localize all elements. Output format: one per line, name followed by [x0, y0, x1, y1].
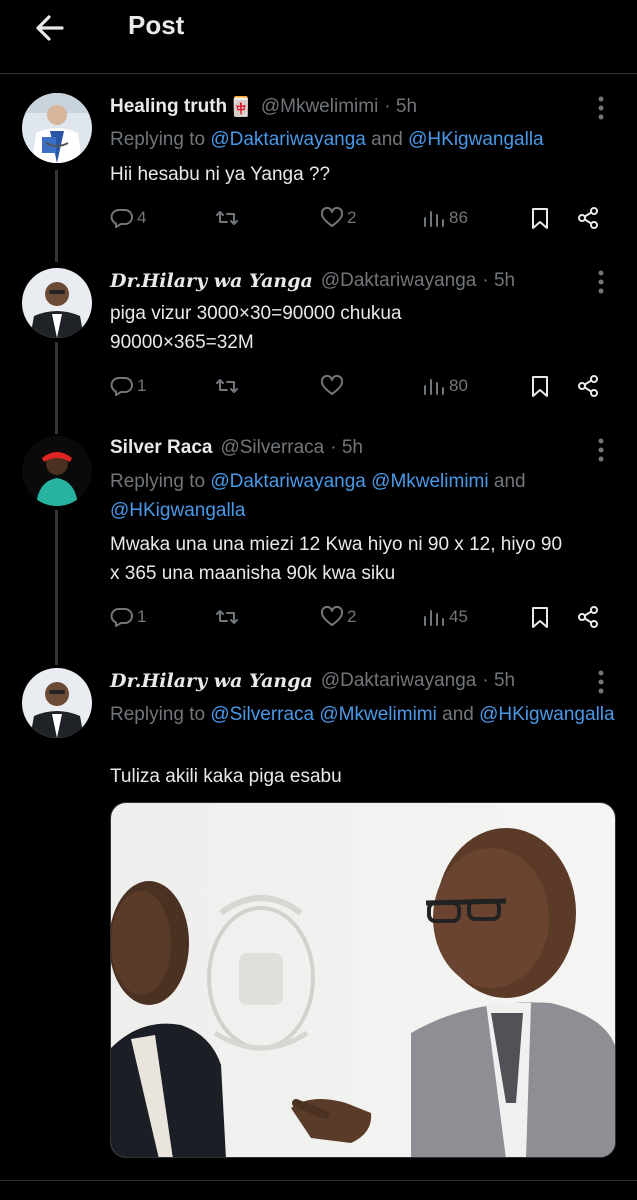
bar-chart-icon: [424, 379, 444, 395]
retweet-button[interactable]: [215, 371, 242, 401]
mention-link[interactable]: @HKigwangalla: [110, 500, 245, 521]
heart-icon: [320, 206, 344, 227]
divider: [0, 1180, 637, 1181]
retweet-icon: [216, 379, 238, 393]
tweet-text-line: x 365 una maanisha 90k kwa siku: [110, 563, 396, 584]
tweet-author-row: Silver Raca @Silverraca · 5h: [110, 437, 363, 459]
bookmark-icon: [532, 607, 548, 628]
replying-to: Replying to @Daktariwayanga @Mkwelimimi …: [110, 471, 526, 521]
display-name[interactable]: Healing truth: [110, 96, 227, 118]
views-button[interactable]: 80: [422, 371, 468, 401]
mention-link[interactable]: @HKigwangalla: [408, 129, 543, 150]
thread-line: [55, 510, 58, 665]
thread-line: [55, 170, 58, 262]
retweet-icon: [216, 610, 238, 624]
like-button[interactable]: 2: [320, 602, 356, 632]
mention-link[interactable]: @Silverraca: [210, 704, 314, 725]
retweet-button[interactable]: [215, 203, 242, 233]
more-vertical-icon: [598, 438, 604, 462]
avatar[interactable]: [22, 436, 92, 506]
mahjong-emoji-icon: 🀄: [229, 97, 253, 118]
views-button[interactable]: 45: [422, 602, 468, 632]
handle[interactable]: @Silverraca: [220, 437, 324, 459]
page-title: Post: [128, 10, 185, 40]
bookmark-icon: [532, 376, 548, 397]
tweet-text: piga vizur 3000×30=90000 chukua 90000×36…: [110, 299, 620, 357]
retweet-icon: [216, 211, 238, 225]
bookmark-button[interactable]: [528, 203, 552, 233]
tweet-actions: 1 2 45: [110, 602, 610, 632]
share-button[interactable]: [576, 203, 600, 233]
reply-button[interactable]: 1: [110, 371, 146, 401]
like-button[interactable]: 2: [320, 203, 356, 233]
like-button[interactable]: [320, 371, 347, 401]
back-button[interactable]: [30, 8, 70, 48]
reply-icon: [110, 209, 133, 228]
replying-to: Replying to @Silverraca @Mkwelimimi and …: [110, 704, 615, 725]
reply-button[interactable]: 4: [110, 203, 146, 233]
avatar[interactable]: [22, 268, 92, 338]
handle[interactable]: @Mkwelimimi: [261, 96, 378, 118]
handle[interactable]: @Daktariwayanga: [321, 270, 477, 292]
bar-chart-icon: [424, 610, 444, 626]
display-name[interactable]: Dr.Hilary wa Yanga: [110, 670, 313, 692]
mention-link[interactable]: @Daktariwayanga: [210, 129, 366, 150]
bookmark-icon: [532, 208, 548, 229]
mention-link[interactable]: @Mkwelimimi: [371, 471, 488, 492]
tweet-text: Hii hesabu ni ya Yanga ??: [110, 164, 331, 185]
display-name[interactable]: Silver Raca: [110, 437, 212, 459]
tweet-text-line: Mwaka una una miezi 12 Kwa hiyo ni 90 x …: [110, 534, 563, 555]
more-vertical-icon: [598, 96, 604, 120]
views-button[interactable]: 86: [422, 203, 468, 233]
tweet-photo[interactable]: [110, 802, 616, 1158]
tweet-author-row: Dr.Hilary wa Yanga @Daktariwayanga · 5h: [110, 670, 515, 692]
handle[interactable]: @Daktariwayanga: [321, 670, 477, 692]
mention-link[interactable]: @Mkwelimimi: [319, 704, 436, 725]
avatar[interactable]: [22, 668, 92, 738]
tweet-text-line: 90000×365=32M: [110, 332, 254, 353]
tweet-text: Tuliza akili kaka piga esabu: [110, 766, 342, 787]
timestamp[interactable]: · 5h: [482, 270, 515, 292]
reply-icon: [110, 377, 133, 396]
mention-link[interactable]: @Daktariwayanga: [210, 471, 366, 492]
more-vertical-icon: [598, 270, 604, 294]
share-button[interactable]: [576, 371, 600, 401]
share-button[interactable]: [576, 602, 600, 632]
share-icon: [578, 207, 598, 229]
reply-icon: [110, 608, 133, 627]
heart-icon: [320, 605, 344, 626]
more-options-button[interactable]: [590, 94, 612, 122]
more-vertical-icon: [598, 670, 604, 694]
mention-link[interactable]: @HKigwangalla: [479, 704, 614, 725]
thread-line: [55, 342, 58, 434]
timestamp[interactable]: · 5h: [330, 437, 363, 459]
bookmark-button[interactable]: [528, 371, 552, 401]
more-options-button[interactable]: [590, 268, 612, 296]
display-name[interactable]: Dr.Hilary wa Yanga: [110, 270, 313, 292]
share-icon: [578, 606, 598, 628]
tweet-actions: 1 80: [110, 371, 610, 401]
timestamp[interactable]: · 5h: [482, 670, 515, 692]
bookmark-button[interactable]: [528, 602, 552, 632]
more-options-button[interactable]: [590, 436, 612, 464]
more-options-button[interactable]: [590, 668, 612, 696]
avatar[interactable]: [22, 93, 92, 163]
heart-icon: [320, 374, 344, 395]
top-bar: Post: [0, 0, 637, 74]
tweet-author-row: Healing truth 🀄 @Mkwelimimi · 5h: [110, 95, 417, 119]
tweet-actions: 4 2 86: [110, 203, 610, 233]
tweet-text: Mwaka una una miezi 12 Kwa hiyo ni 90 x …: [110, 530, 620, 588]
tweet-author-row: Dr.Hilary wa Yanga @Daktariwayanga · 5h: [110, 270, 515, 292]
arrow-left-icon: [36, 15, 64, 41]
reply-button[interactable]: 1: [110, 602, 146, 632]
tweet-text-line: piga vizur 3000×30=90000 chukua: [110, 303, 402, 324]
retweet-button[interactable]: [215, 602, 242, 632]
share-icon: [578, 375, 598, 397]
timestamp[interactable]: · 5h: [384, 96, 417, 118]
replying-to: Replying to @Daktariwayanga and @HKigwan…: [110, 129, 544, 150]
bar-chart-icon: [424, 211, 444, 227]
